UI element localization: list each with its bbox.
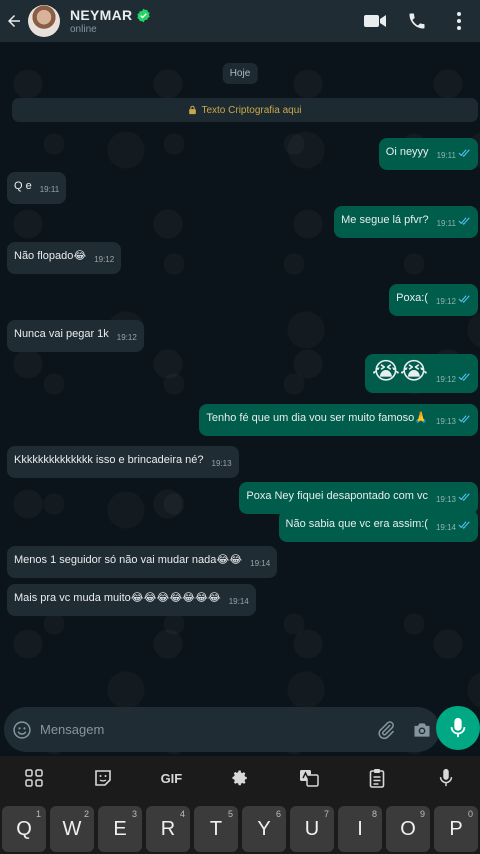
read-ticks-icon <box>458 519 471 533</box>
contact-info[interactable]: NEYMAR online <box>70 7 151 35</box>
message-bubble-outgoing[interactable]: Não sabia que vc era assim:( 19:14 <box>278 510 478 542</box>
key-i[interactable]: I8 <box>338 806 382 852</box>
message-text: 😭😭 <box>371 358 428 385</box>
message-time: 19:12 <box>116 333 137 342</box>
key-y[interactable]: Y6 <box>242 806 286 852</box>
gif-button[interactable]: GIF <box>153 760 189 796</box>
camera-icon[interactable] <box>404 707 440 752</box>
encryption-banner[interactable]: Texto Criptografia aqui <box>12 98 478 122</box>
message-bubble-outgoing[interactable]: Tenho fé que um dia vou ser muito famoso… <box>199 404 478 436</box>
key-p[interactable]: P0 <box>434 806 478 852</box>
translate-icon[interactable] <box>291 760 327 796</box>
read-ticks-icon <box>458 215 471 229</box>
lock-icon <box>189 105 197 115</box>
message-composer[interactable] <box>4 707 440 752</box>
message-bubble-outgoing[interactable]: Me segue lá pfvr? 19:11 <box>334 206 478 238</box>
message-text: Me segue lá pfvr? <box>341 214 429 226</box>
message-text: Não flopado😂 <box>14 250 87 262</box>
message-time: 19:13 <box>211 459 232 468</box>
message-text: Q e <box>14 180 32 192</box>
mic-button[interactable] <box>436 706 480 750</box>
message-time: 19:13 <box>435 417 456 426</box>
message-bubble-incoming[interactable]: Kkkkkkkkkkkkkk isso e brincadeira né? 19:… <box>7 446 239 478</box>
message-bubble-incoming[interactable]: Menos 1 seguidor só não vai mudar nada😂😂… <box>7 546 278 578</box>
message-text: Oi neyyy <box>385 146 429 158</box>
input-bar <box>0 704 480 756</box>
message-text: Tenho fé que um dia vou ser muito famoso… <box>206 412 428 424</box>
message-text: Nunca vai pegar 1k <box>14 328 109 340</box>
message-time: 19:11 <box>39 185 60 194</box>
chat-area[interactable]: Hoje Texto Criptografia aqui Oi neyyy 19:… <box>0 42 480 760</box>
message-bubble-incoming[interactable]: Mais pra vc muda muito😂😂😂😂😂😂😂 19:14 <box>7 584 256 616</box>
message-bubble-outgoing[interactable]: 😭😭 19:12 <box>364 354 478 393</box>
message-time: 19:14 <box>435 523 456 532</box>
voice-call-icon[interactable] <box>396 0 438 42</box>
message-text: Kkkkkkkkkkkkkk isso e brincadeira né? <box>14 454 204 466</box>
grid-icon[interactable] <box>16 760 52 796</box>
emoji-icon[interactable] <box>4 720 40 740</box>
message-time: 19:12 <box>94 255 115 264</box>
read-ticks-icon <box>458 147 471 161</box>
key-w[interactable]: W2 <box>50 806 94 852</box>
contact-name: NEYMAR <box>70 7 133 23</box>
key-o[interactable]: O9 <box>386 806 430 852</box>
read-ticks-icon <box>458 413 471 427</box>
message-text: Poxa:( <box>396 292 428 304</box>
keyboard-row-top: Q1 W2 E3 R4 T5 Y6 U7 I8 O9 P0 <box>0 800 480 854</box>
message-input[interactable] <box>40 714 368 745</box>
avatar[interactable] <box>28 5 60 37</box>
message-time: 19:12 <box>435 297 456 306</box>
sticker-icon[interactable] <box>85 760 121 796</box>
keyboard-mic-icon[interactable] <box>428 760 464 796</box>
read-ticks-icon <box>458 371 471 385</box>
message-text: Menos 1 seguidor só não vai mudar nada😂😂 <box>14 554 243 566</box>
verified-badge-icon <box>137 8 151 22</box>
message-bubble-outgoing[interactable]: Poxa:( 19:12 <box>389 284 478 316</box>
contact-status: online <box>70 24 97 35</box>
key-q[interactable]: Q1 <box>2 806 46 852</box>
message-time: 19:12 <box>435 375 456 384</box>
message-text: Não sabia que vc era assim:( <box>285 518 428 530</box>
date-chip: Hoje <box>222 63 258 84</box>
video-call-icon[interactable] <box>354 0 396 42</box>
mic-icon <box>450 717 466 738</box>
keyboard-toolbar: GIF <box>0 756 480 800</box>
key-e[interactable]: E3 <box>98 806 142 852</box>
key-t[interactable]: T5 <box>194 806 238 852</box>
message-text: Mais pra vc muda muito😂😂😂😂😂😂😂 <box>14 592 221 604</box>
message-bubble-incoming[interactable]: Não flopado😂 19:12 <box>7 242 122 274</box>
message-time: 19:14 <box>228 597 249 606</box>
attach-icon[interactable] <box>368 707 404 752</box>
chat-header: NEYMAR online <box>0 0 480 42</box>
message-bubble-outgoing[interactable]: Oi neyyy 19:11 <box>378 138 478 170</box>
encryption-text: Texto Criptografia aqui <box>201 104 302 116</box>
message-time: 19:11 <box>436 219 456 228</box>
read-ticks-icon <box>458 491 471 505</box>
read-ticks-icon <box>458 293 471 307</box>
clipboard-icon[interactable] <box>359 760 395 796</box>
gear-icon[interactable] <box>222 760 258 796</box>
back-arrow-icon[interactable] <box>2 0 26 42</box>
message-time: 19:13 <box>435 495 456 504</box>
message-time: 19:14 <box>250 559 271 568</box>
message-bubble-incoming[interactable]: Nunca vai pegar 1k 19:12 <box>7 320 144 352</box>
message-text: Poxa Ney fiquei desapontado com vc <box>246 490 428 502</box>
key-u[interactable]: U7 <box>290 806 334 852</box>
message-time: 19:11 <box>436 151 456 160</box>
more-options-icon[interactable] <box>438 0 480 42</box>
key-r[interactable]: R4 <box>146 806 190 852</box>
message-bubble-incoming[interactable]: Q e 19:11 <box>7 172 67 204</box>
